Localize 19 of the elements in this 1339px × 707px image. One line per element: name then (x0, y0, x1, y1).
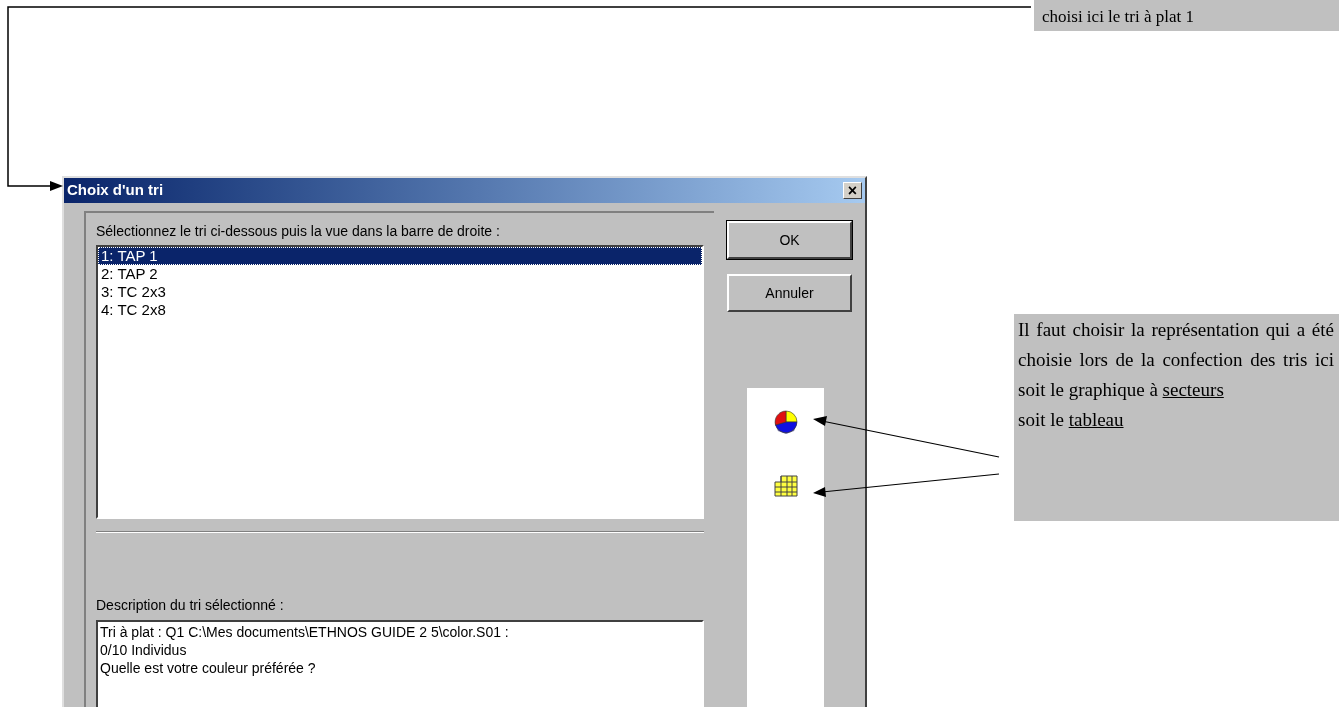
table-grid-icon[interactable] (772, 474, 799, 498)
annotation-note: choisi ici le tri à plat 1 (1034, 0, 1339, 31)
description-text: 0/10 Individus (100, 641, 188, 659)
dialog-button[interactable]: Annuler (727, 274, 852, 312)
window-title: Choix d'un tri (67, 180, 164, 201)
description-text: Quelle est votre couleur préférée ? (100, 659, 317, 677)
description-text: Tri à plat : Q1 C:\Mes documents\ETHNOS GUIDE 2 5\color.S01 : (100, 623, 510, 641)
pie-chart-icon[interactable] (771, 408, 800, 436)
instruction-label: Sélectionnez le tri ci-dessous puis la vue dans la barre de droite : (96, 222, 501, 241)
description-label: Description du tri sélectionné : (96, 596, 285, 615)
list-item[interactable]: 1: TAP 1 (98, 247, 702, 265)
description-field[interactable]: Tri à plat : Q1 C:\Mes documents\ETHNOS GUIDE 2 5\color.S01 : 0/10 Individus Quelle est votre couleur préférée ? (96, 620, 704, 707)
sort-listbox[interactable]: 1: TAP 1 2: TAP 2 3: TC 2x3 4: TC 2x8 (96, 245, 704, 519)
list-item[interactable]: 3: TC 2x3 (98, 283, 702, 301)
dialog-button[interactable]: OK (727, 221, 852, 259)
list-item[interactable]: 2: TAP 2 (98, 265, 702, 283)
list-item[interactable]: 4: TC 2x8 (98, 301, 702, 319)
close-button[interactable]: × (843, 182, 862, 199)
annotation-note: Il faut choisir la représentation qui a été choisie lors de la confection des tris ici soit le graphique à secteurs soit le tableau (1014, 314, 1339, 521)
